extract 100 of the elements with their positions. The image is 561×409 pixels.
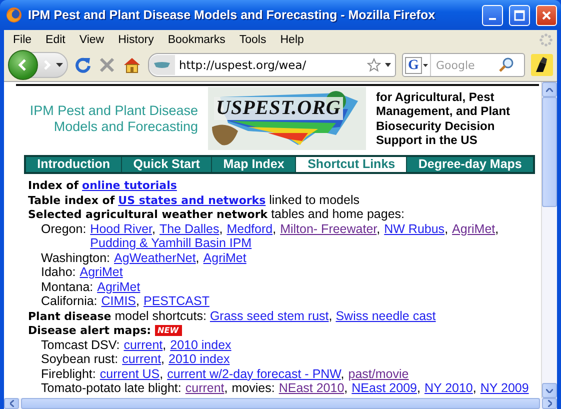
address-bar[interactable]: http://uspest.org/wea/ <box>148 53 396 77</box>
search-icon[interactable] <box>498 57 514 73</box>
link[interactable]: current <box>124 338 163 352</box>
label: Soybean rust: <box>41 352 118 366</box>
label: Idaho: <box>41 265 76 280</box>
link[interactable]: NW Rubus <box>384 222 445 236</box>
reload-icon[interactable] <box>74 56 92 74</box>
link[interactable]: online tutorials <box>82 179 177 192</box>
caret-icon[interactable] <box>423 64 428 66</box>
link[interactable]: Pudding & Yamhill Basin IPM <box>90 236 252 250</box>
caret-icon[interactable] <box>56 63 63 67</box>
label: Tomato-potato late blight: <box>41 381 182 396</box>
search-engine-button[interactable]: G <box>405 56 422 74</box>
menu-item[interactable]: File <box>6 34 39 46</box>
menu-item[interactable]: Edit <box>38 34 72 46</box>
link[interactable]: current <box>185 381 224 395</box>
chevron-up-icon <box>546 88 553 92</box>
scrollbar-thumb[interactable] <box>21 398 540 409</box>
bold-label: Disease alert maps: <box>28 324 152 337</box>
back-button[interactable] <box>8 50 38 80</box>
link[interactable]: current US <box>100 366 160 380</box>
label: Washington: <box>41 250 110 265</box>
stop-icon[interactable] <box>98 56 116 74</box>
nav-tab[interactable]: Shortcut Links <box>295 157 406 172</box>
label: Tomcast DSV: <box>41 338 120 352</box>
search-bar[interactable]: G Google <box>402 53 525 77</box>
comma: , <box>152 222 156 236</box>
scroll-left-button[interactable] <box>4 398 19 409</box>
close-button[interactable] <box>536 4 557 26</box>
menu-item[interactable]: Tools <box>232 34 274 46</box>
window-title: IPM Pest and Plant Disease Models and Forecasting - Mozilla Firefox <box>28 8 436 22</box>
home-icon[interactable] <box>122 56 142 74</box>
comma: , <box>219 222 223 236</box>
site-icon <box>153 61 171 69</box>
site-title: IPM Pest and Plant Disease Models and Forecasting <box>28 102 198 134</box>
menu-item[interactable]: History <box>111 34 161 46</box>
comma: , <box>344 381 348 395</box>
comma: , <box>328 308 332 322</box>
tagline: for Agricultural, Pest Management, and Plant Biosecurity Decision Support in the US <box>376 90 512 148</box>
link[interactable]: current w/2-day forecast - PNW <box>167 366 341 380</box>
minimize-button[interactable] <box>482 4 503 26</box>
nav-tab[interactable]: Introduction <box>26 157 122 172</box>
nav-tab[interactable]: Quick Start <box>121 157 212 172</box>
comma: , <box>272 222 276 236</box>
close-icon <box>541 10 552 20</box>
link[interactable]: NY 2010 <box>424 381 473 395</box>
comma: , <box>224 381 228 395</box>
link[interactable]: NEast 2010 <box>278 381 344 395</box>
comma: , <box>340 366 344 380</box>
scroll-right-button[interactable] <box>542 398 557 409</box>
link[interactable]: Milton- Freewater <box>280 222 377 236</box>
scroll-down-button[interactable] <box>542 383 557 398</box>
menu-item[interactable]: View <box>72 34 112 46</box>
link[interactable]: CIMIS <box>101 294 136 308</box>
link[interactable]: 2010 index <box>168 352 230 366</box>
maximize-button[interactable] <box>509 4 530 26</box>
comma: , <box>162 338 166 352</box>
link[interactable]: AgriMet <box>80 265 123 279</box>
label: Montana: <box>41 280 94 294</box>
link[interactable]: NY 2009 <box>480 381 529 395</box>
link[interactable]: Grass seed stem rust <box>210 308 329 322</box>
link[interactable]: current <box>122 352 162 366</box>
link[interactable]: AgriMet <box>203 250 246 264</box>
comma: , <box>376 222 380 236</box>
bold-label: Index of <box>28 179 79 192</box>
nav-tab[interactable]: Degree-day Maps <box>406 157 533 172</box>
link[interactable]: Swiss needle cast <box>336 308 436 322</box>
link[interactable]: AgriMet <box>452 222 496 236</box>
link[interactable]: NEast 2009 <box>352 381 417 395</box>
label: California: <box>41 294 98 308</box>
comma: , <box>161 352 165 366</box>
label: model shortcuts: <box>114 308 206 322</box>
comma: , <box>196 250 200 264</box>
scrollbar-thumb[interactable] <box>542 97 557 207</box>
link[interactable]: past/movie <box>348 366 409 380</box>
link[interactable]: 2010 index <box>170 338 232 352</box>
highlighter-icon[interactable] <box>531 54 553 76</box>
bold-label: Plant disease <box>28 310 112 322</box>
throbber-icon <box>539 32 553 46</box>
maximize-icon <box>514 10 525 20</box>
minimize-icon <box>489 18 496 20</box>
comma: , <box>136 294 140 308</box>
link[interactable]: PESTCAST <box>144 294 210 308</box>
caret-icon[interactable] <box>385 63 391 67</box>
url-field[interactable]: http://uspest.org/wea/ <box>179 58 363 72</box>
link[interactable]: AgriMet <box>97 280 140 294</box>
scroll-up-button[interactable] <box>542 82 557 97</box>
menu-item[interactable]: Help <box>273 34 311 46</box>
link[interactable]: Medford <box>226 222 273 236</box>
star-icon[interactable] <box>367 58 381 72</box>
comma: , <box>472 381 476 395</box>
bold-label: Selected agricultural weather network <box>28 208 268 221</box>
logo-text: USPEST.ORG <box>214 97 343 120</box>
label: Oregon: <box>41 222 86 238</box>
comma: , <box>495 222 499 236</box>
link[interactable]: The Dalles <box>160 222 220 236</box>
menu-item[interactable]: Bookmarks <box>160 34 232 46</box>
link[interactable]: Hood River <box>90 222 152 236</box>
link[interactable]: AgWeatherNet <box>114 250 196 264</box>
link[interactable]: US states and networks <box>118 194 266 206</box>
